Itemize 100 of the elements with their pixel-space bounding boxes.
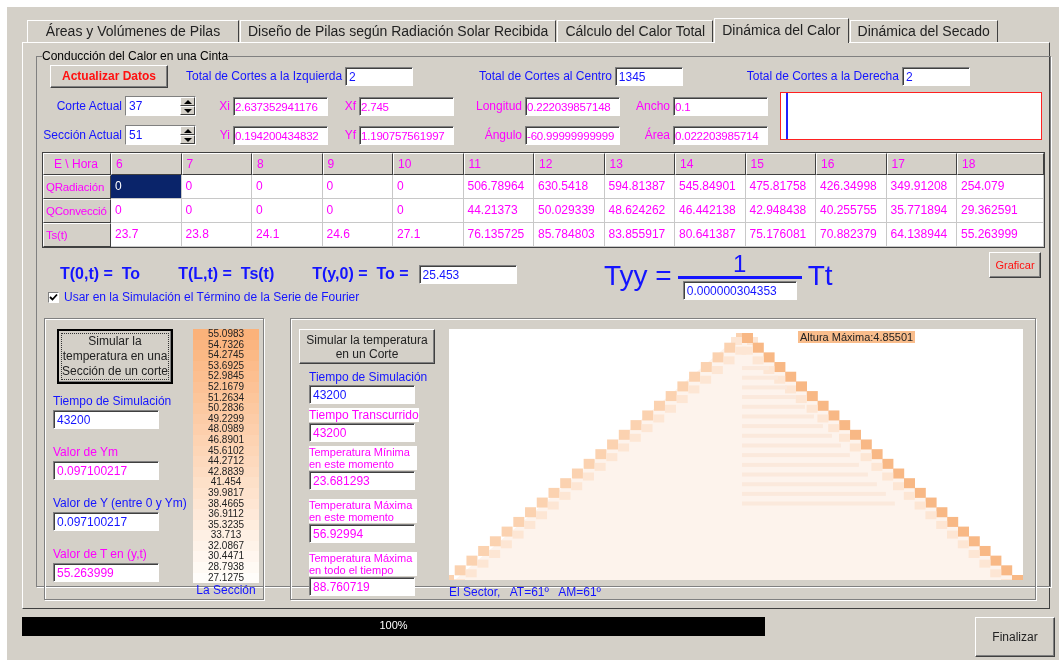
section-value: 27.1275 — [193, 572, 259, 584]
text-field[interactable]: 0.097100217 — [53, 461, 159, 480]
table-cell[interactable]: 23.7 — [111, 223, 182, 247]
section-value: 54.7326 — [193, 339, 259, 351]
table-cell[interactable]: 0 — [111, 199, 182, 223]
tab[interactable]: Dinámica del Secado — [849, 20, 998, 42]
table-cell[interactable]: 46.442138 — [675, 199, 746, 223]
table-cell[interactable]: 475.81758 — [745, 175, 816, 199]
formula-text: T(0,t) = To — [60, 265, 141, 283]
text-field[interactable]: 1345 — [614, 66, 683, 86]
text-field[interactable]: 25.453 — [418, 264, 517, 284]
section-value: 53.6925 — [193, 360, 259, 372]
column-header: 11 — [463, 153, 534, 175]
column-header: 7 — [181, 153, 252, 175]
text-field[interactable]: 2 — [901, 66, 970, 86]
tab[interactable]: Áreas y Volúmenes de Pilas — [27, 20, 239, 42]
tab[interactable]: Dinámica del Calor — [714, 18, 849, 43]
text-field[interactable]: 0.194200434832 — [233, 125, 328, 145]
table-cell[interactable]: 44.21373 — [463, 199, 534, 223]
plot-button[interactable]: Graficar — [989, 252, 1041, 278]
text-field[interactable]: 43200 — [309, 423, 415, 442]
table-cell[interactable]: 506.78964 — [463, 175, 534, 199]
text-field[interactable]: 43200 — [309, 385, 415, 404]
table-cell[interactable]: 0 — [252, 199, 323, 223]
table-cell[interactable]: 0 — [393, 199, 464, 223]
table-cell[interactable]: 23.8 — [181, 223, 252, 247]
field-label: Longitud — [475, 99, 522, 113]
table-cell[interactable]: 29.362591 — [957, 199, 1044, 223]
text-field[interactable]: 0.000000304353 — [682, 281, 797, 300]
table-cell[interactable]: 64.138944 — [886, 223, 957, 247]
table-cell[interactable]: 70.882379 — [816, 223, 887, 247]
table-cell[interactable]: 55.263999 — [957, 223, 1044, 247]
text-field[interactable]: 88.760719 — [309, 577, 415, 596]
table-cell[interactable]: 0 — [111, 175, 182, 199]
text-field[interactable]: -60.99999999999 — [525, 125, 620, 145]
table-cell[interactable]: 80.641387 — [675, 223, 746, 247]
position-line — [786, 93, 788, 139]
spin-field[interactable]: 37 — [125, 96, 196, 116]
field-label: Ancho — [635, 99, 670, 113]
spin-down-button[interactable] — [180, 135, 195, 144]
table-cell[interactable]: 35.771894 — [886, 199, 957, 223]
table-cell[interactable]: 85.784803 — [534, 223, 605, 247]
text-field[interactable]: 2 — [345, 66, 414, 86]
table-cell[interactable]: 27.1 — [393, 223, 464, 247]
text-field[interactable]: 2.745 — [359, 96, 454, 116]
text-field[interactable]: 0.1 — [673, 96, 768, 116]
field-label: Temperatura Máxima en todo el tiempo — [309, 552, 417, 576]
table-cell[interactable]: 0 — [181, 199, 252, 223]
section-value: 32.0867 — [193, 540, 259, 552]
update-button[interactable]: Actualizar Datos — [50, 64, 168, 88]
table-cell[interactable]: 42.948438 — [745, 199, 816, 223]
text-field[interactable]: 0.022203985714 — [673, 125, 768, 145]
table-cell[interactable]: 24.6 — [322, 223, 393, 247]
text-field[interactable]: 55.263999 — [53, 563, 159, 582]
column-header: 17 — [886, 153, 957, 175]
column-header: 16 — [816, 153, 887, 175]
tab[interactable]: Diseño de Pilas según Radiación Solar Recibida — [240, 20, 557, 42]
spin-down-button[interactable] — [180, 106, 195, 115]
table-cell[interactable]: 349.91208 — [886, 175, 957, 199]
table-cell[interactable]: 24.1 — [252, 223, 323, 247]
tab[interactable]: Cálculo del Calor Total — [557, 20, 714, 42]
simulate-section-button[interactable]: Simular la temperatura en una Sección de un corte — [57, 329, 173, 384]
table-cell[interactable]: 50.029339 — [534, 199, 605, 223]
field-label: Valor de T en (y,t) — [53, 547, 148, 562]
section-value: 36.9112 — [193, 509, 259, 520]
text-field[interactable]: 0.097100217 — [53, 512, 159, 531]
finish-button[interactable]: Finalizar — [975, 617, 1055, 657]
field-label: Temperatura Mínima en este momento — [309, 446, 417, 470]
column-header: 18 — [957, 153, 1044, 175]
spin-field[interactable]: 51 — [125, 125, 196, 145]
table-cell[interactable]: 0 — [322, 175, 393, 199]
text-field[interactable]: 23.681293 — [309, 471, 415, 490]
table-cell[interactable]: 48.624262 — [604, 199, 675, 223]
table-cell[interactable]: 0 — [181, 175, 252, 199]
text-field[interactable]: 56.92994 — [309, 524, 415, 543]
text-field[interactable]: 2.637352941176 — [233, 96, 328, 116]
text-field[interactable]: 0.222039857148 — [525, 96, 620, 116]
table-cell[interactable]: 545.84901 — [675, 175, 746, 199]
table-cell[interactable]: 254.079 — [957, 175, 1044, 199]
table-cell[interactable]: 76.135725 — [463, 223, 534, 247]
checkbox[interactable] — [48, 291, 59, 303]
simulate-cut-button[interactable]: Simular la temperatura en un Corte — [299, 329, 435, 364]
table-cell[interactable]: 0 — [252, 175, 323, 199]
corner-header: E \ Hora — [43, 153, 111, 175]
field-value: 51 — [129, 128, 143, 142]
text-field[interactable]: 43200 — [53, 410, 159, 429]
table-cell[interactable]: 426.34998 — [816, 175, 887, 199]
field-label: Xf — [344, 99, 356, 113]
formula-text: 1 — [733, 252, 747, 276]
field-label: Xi — [219, 99, 230, 113]
table-cell[interactable]: 75.176081 — [745, 223, 816, 247]
table-cell[interactable]: 83.855917 — [604, 223, 675, 247]
section-value: 33.713 — [193, 530, 259, 541]
table-cell[interactable]: 40.255755 — [816, 199, 887, 223]
section-value: 38.4665 — [193, 498, 259, 510]
text-field[interactable]: 1.190757561997 — [359, 125, 454, 145]
table-cell[interactable]: 630.5418 — [534, 175, 605, 199]
table-cell[interactable]: 594.81387 — [604, 175, 675, 199]
table-cell[interactable]: 0 — [393, 175, 464, 199]
table-cell[interactable]: 0 — [322, 199, 393, 223]
